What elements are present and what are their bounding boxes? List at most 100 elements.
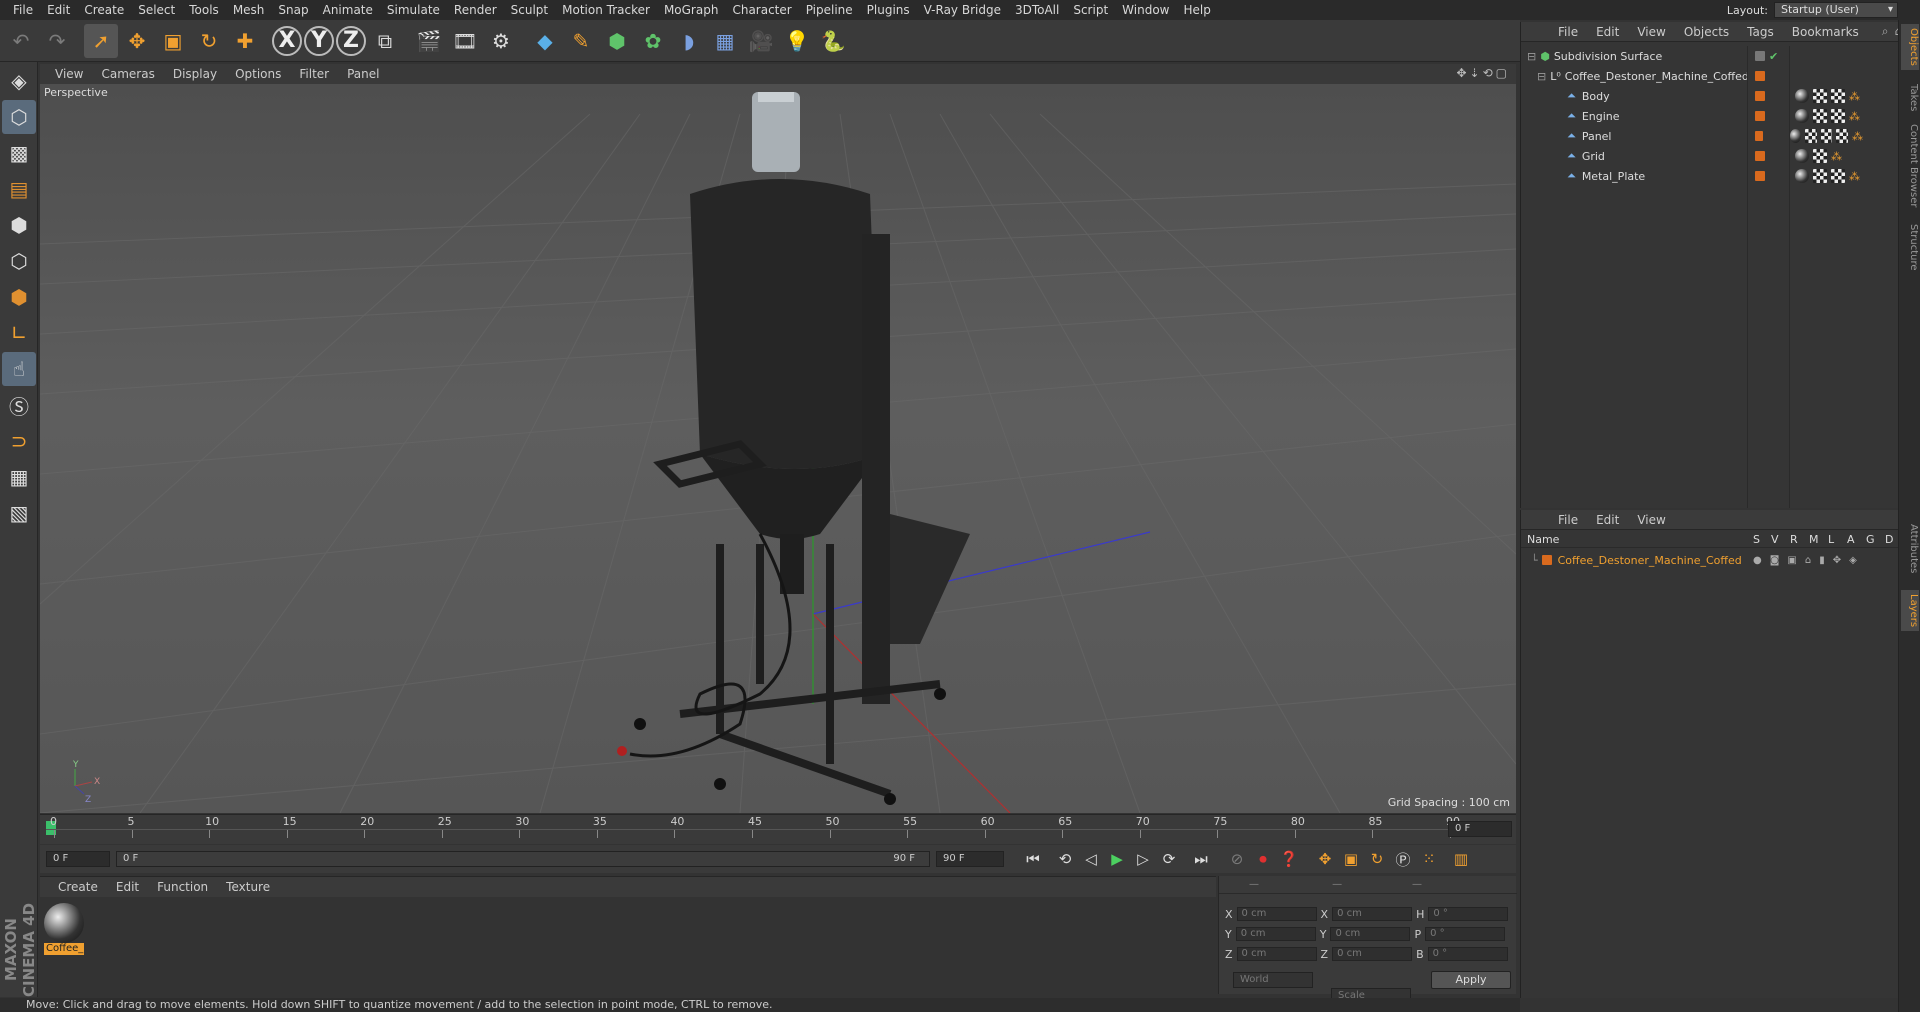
texture-tag-icon[interactable] (1813, 89, 1827, 103)
menu-create[interactable]: Create (77, 3, 131, 17)
menu-plugins[interactable]: Plugins (860, 3, 917, 17)
subdivide-icon[interactable]: ⬢ (600, 24, 634, 58)
tab-objects[interactable]: Objects (1901, 24, 1919, 70)
layer-col-s[interactable]: S (1753, 533, 1760, 546)
key-param-icon[interactable]: Ⓟ (1390, 847, 1416, 871)
scale-icon[interactable]: ▣ (156, 24, 190, 58)
material-menu-edit[interactable]: Edit (107, 880, 148, 894)
layer-color-swatch[interactable] (1755, 71, 1765, 81)
camera-icon[interactable]: 🎥 (744, 24, 778, 58)
layer-color-swatch[interactable] (1755, 131, 1764, 141)
tree-row-panel[interactable]: ⏶ Panel ⁂ (1521, 126, 1899, 146)
pen-icon[interactable]: ✎ (564, 24, 598, 58)
layer-flags-icons[interactable]: ●◙▣⌂▮✥◈ (1753, 555, 1865, 566)
menu-pipeline[interactable]: Pipeline (799, 3, 860, 17)
menu-snap[interactable]: Snap (271, 3, 315, 17)
viewport-menu-cameras[interactable]: Cameras (92, 67, 163, 81)
texture-tag-icon[interactable] (1813, 149, 1827, 163)
texture-tag-icon[interactable] (1831, 89, 1845, 103)
add-icon[interactable]: ✚ (228, 24, 262, 58)
y-axis-icon[interactable]: Y (304, 25, 334, 56)
end-frame-field[interactable]: 90 F (936, 851, 1004, 867)
rotate-icon[interactable]: ↻ (192, 24, 226, 58)
layer-col-v[interactable]: V (1771, 533, 1779, 546)
layer-col-m[interactable]: M (1809, 533, 1819, 546)
pos-y-field[interactable]: 0 cm (1235, 927, 1316, 941)
rot-h-field[interactable]: 0 ° (1428, 907, 1509, 921)
step-back-icon[interactable]: ◁ (1078, 847, 1104, 871)
axis-icon[interactable]: ∟ (2, 316, 36, 350)
tree-row-metal-plate[interactable]: ⏶ Metal_Plate ⁂ (1521, 166, 1899, 186)
tab-attributes[interactable]: Attributes (1901, 520, 1919, 577)
viewport-menu-filter[interactable]: Filter (290, 67, 338, 81)
menu-animate[interactable]: Animate (316, 3, 380, 17)
material-tag-icon[interactable] (1795, 109, 1809, 123)
menu-mesh[interactable]: Mesh (226, 3, 272, 17)
frame-range-slider[interactable]: 0 F 90 F (116, 851, 930, 867)
timeline-ruler[interactable]: 051015202530354045505560657075808590 0 F (40, 814, 1516, 844)
layer-col-d[interactable]: D (1885, 533, 1893, 546)
uvw-tag-icon[interactable]: ⁂ (1831, 150, 1842, 163)
step-forward-icon[interactable]: ▷ (1130, 847, 1156, 871)
light-icon[interactable]: 💡 (780, 24, 814, 58)
material-swatch[interactable]: Coffee_ (44, 903, 84, 955)
polygons-mode-icon[interactable]: ⬢ (2, 280, 36, 314)
layer-color-swatch[interactable] (1755, 91, 1765, 101)
layer-col-g[interactable]: G (1866, 533, 1875, 546)
layer-color-swatch[interactable] (1755, 171, 1765, 181)
move-icon[interactable]: ✥ (120, 24, 154, 58)
obj-menu-bookmarks[interactable]: Bookmarks (1783, 25, 1868, 39)
floor-icon[interactable]: ▦ (708, 24, 742, 58)
material-menu-create[interactable]: Create (46, 880, 107, 894)
collapse-icon[interactable]: ⊟ (1537, 70, 1546, 83)
layer-menu-edit[interactable]: Edit (1587, 513, 1628, 527)
size-x-field[interactable]: 0 cm (1332, 907, 1413, 921)
layer-col-r[interactable]: R (1790, 533, 1798, 546)
menu-3dtoall[interactable]: 3DToAll (1008, 3, 1066, 17)
menu-simulate[interactable]: Simulate (380, 3, 447, 17)
obj-menu-tags[interactable]: Tags (1738, 25, 1783, 39)
menu-window[interactable]: Window (1115, 3, 1176, 17)
record-icon[interactable]: ⏺ (1250, 847, 1276, 871)
menu-help[interactable]: Help (1176, 3, 1217, 17)
autokey-icon[interactable]: ❓ (1276, 847, 1302, 871)
key-move-icon[interactable]: ✥ (1312, 847, 1338, 871)
collapse-icon[interactable]: ⊟ (1527, 50, 1536, 63)
model-mode-icon[interactable]: ◈ (2, 64, 36, 98)
uvw-tag-icon[interactable]: ⁂ (1849, 90, 1860, 103)
tree-row-engine[interactable]: ⏶ Engine ⁂ (1521, 106, 1899, 126)
edges-mode-icon[interactable]: ⬡ (2, 244, 36, 278)
menu-select[interactable]: Select (131, 3, 182, 17)
coord-mode-dropdown[interactable]: World (1233, 972, 1313, 988)
enabled-check-icon[interactable]: ✔ (1769, 50, 1778, 63)
texture-mode-icon[interactable]: ▩ (2, 136, 36, 170)
render-view-icon[interactable]: 🎬 (412, 24, 446, 58)
uvw-tag-icon[interactable]: ⁂ (1849, 110, 1860, 123)
key-scale-icon[interactable]: ▣ (1338, 847, 1364, 871)
start-frame-field[interactable]: 0 F (46, 851, 110, 867)
texture-tag-icon[interactable] (1820, 129, 1833, 143)
menu-mograph[interactable]: MoGraph (657, 3, 726, 17)
python-icon[interactable]: 🐍 (816, 24, 850, 58)
tab-content-browser[interactable]: Content Browser (1901, 120, 1919, 211)
loop-forward-icon[interactable]: ⟳ (1156, 847, 1182, 871)
viewport-menu-options[interactable]: Options (226, 67, 290, 81)
layer-col-l[interactable]: L (1828, 533, 1834, 546)
tab-layers[interactable]: Layers (1901, 590, 1919, 632)
viewport-nav-icons[interactable]: ✥⇣⟲▢ (1456, 66, 1510, 80)
size-y-field[interactable]: 0 cm (1330, 927, 1411, 941)
rot-b-field[interactable]: 0 ° (1427, 947, 1508, 961)
tab-structure[interactable]: Structure (1901, 220, 1919, 275)
obj-menu-edit[interactable]: Edit (1587, 25, 1628, 39)
magnet-icon[interactable]: ⊃ (2, 424, 36, 458)
perspective-viewport[interactable]: Y X Z Perspective Grid Spacing : 100 cm (40, 84, 1516, 813)
select-arrow-icon[interactable]: ➚ (84, 23, 118, 58)
menu-tools[interactable]: Tools (182, 3, 226, 17)
viewport-menu-panel[interactable]: Panel (338, 67, 388, 81)
menu-edit[interactable]: Edit (40, 3, 77, 17)
material-menu-function[interactable]: Function (148, 880, 217, 894)
menu-motion-tracker[interactable]: Motion Tracker (555, 3, 657, 17)
loop-icon[interactable]: ⟲ (1052, 847, 1078, 871)
key-rotate-icon[interactable]: ↻ (1364, 847, 1390, 871)
workplane-icon[interactable]: ▤ (2, 172, 36, 206)
